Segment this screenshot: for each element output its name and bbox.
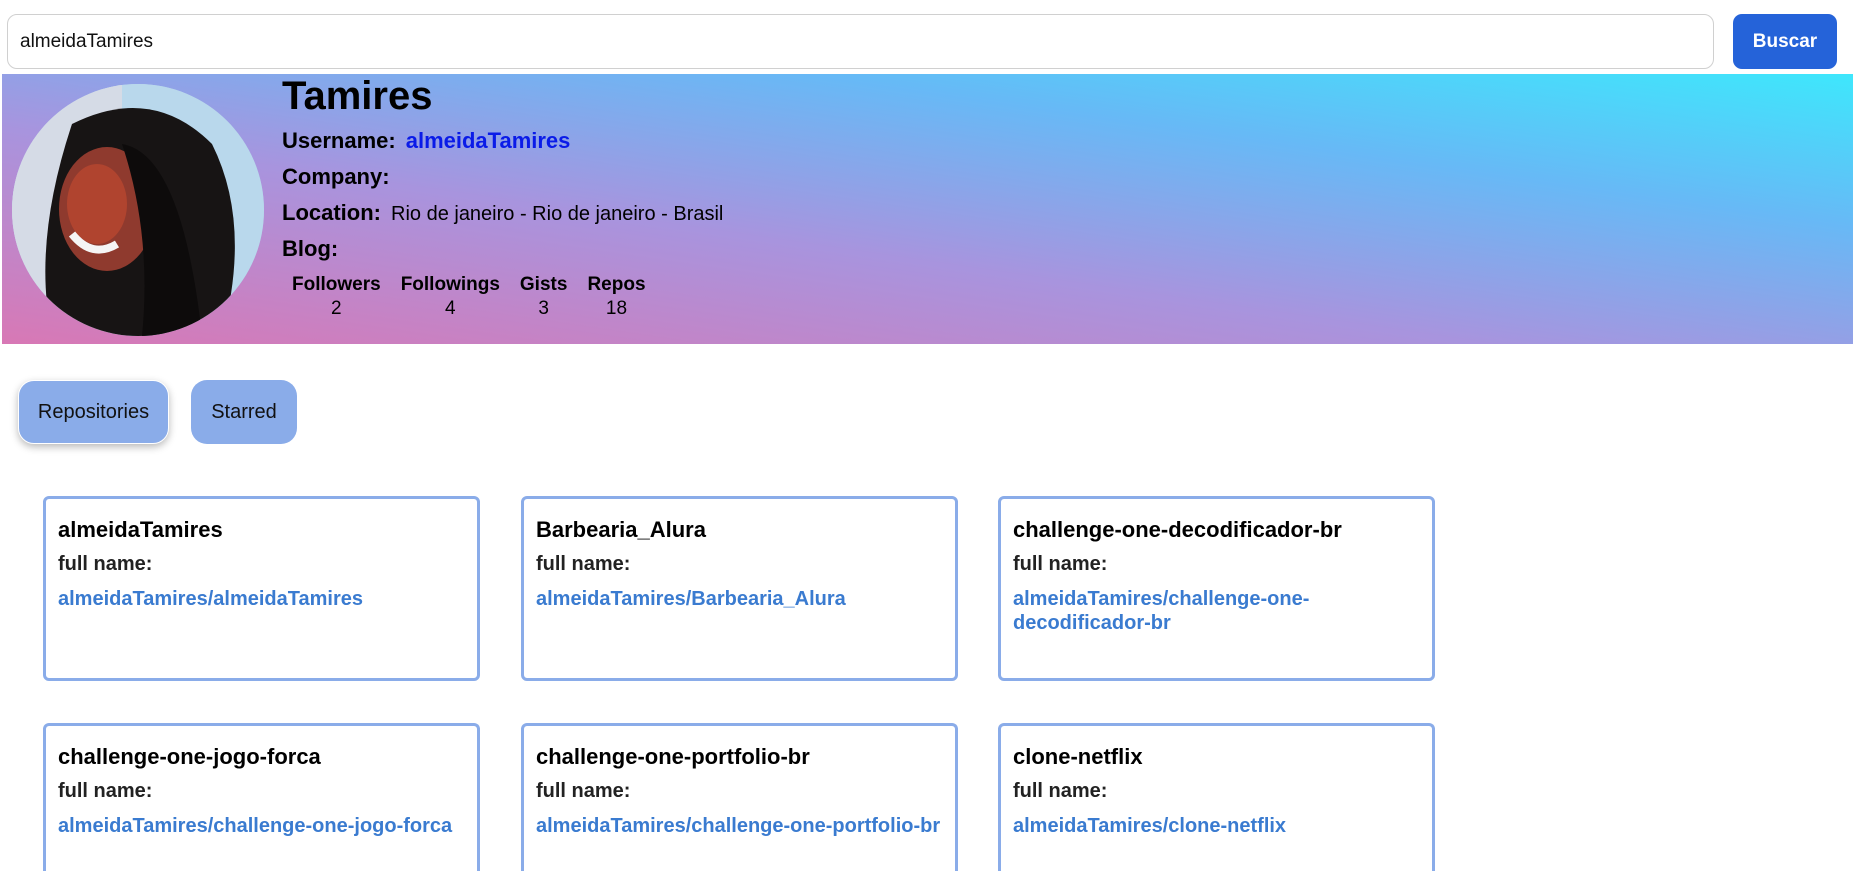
repo-card[interactable]: challenge-one-jogo-forca full name: alme… <box>43 723 480 871</box>
stat-label: Repos <box>587 274 646 295</box>
avatar-portrait <box>12 84 264 336</box>
repo-card[interactable]: challenge-one-decodificador-br full name… <box>998 496 1435 681</box>
stat-gists: Gists 3 <box>520 274 568 320</box>
stat-label: Gists <box>519 274 568 295</box>
stat-value: 2 <box>331 298 342 319</box>
profile-stats: Followers 2 Followings 4 Gists 3 Repos 1… <box>292 274 646 320</box>
repo-full-name-label: full name: <box>536 780 631 802</box>
repo-full-name-label: full name: <box>1013 553 1108 575</box>
repo-full-name-label: full name: <box>536 553 631 575</box>
location-row: Location: Rio de janeiro - Rio de janeir… <box>282 200 723 226</box>
repo-name: Barbearia_Alura <box>536 517 706 542</box>
repo-name: challenge-one-jogo-forca <box>58 744 321 769</box>
repo-name: challenge-one-decodificador-br <box>1013 517 1342 542</box>
search-button[interactable]: Buscar <box>1733 14 1837 69</box>
search-input[interactable] <box>7 14 1714 69</box>
stat-value: 4 <box>445 298 456 319</box>
blog-label: Blog: <box>282 236 339 261</box>
stat-repos: Repos 18 <box>587 274 645 320</box>
repo-card[interactable]: almeidaTamires full name: almeidaTamires… <box>43 496 480 681</box>
username-label: Username: <box>282 128 396 153</box>
repo-full-name-link[interactable]: almeidaTamires/challenge-one-jogo-forca <box>58 815 465 839</box>
repo-full-name-link[interactable]: almeidaTamires/Barbearia_Alura <box>536 588 943 612</box>
repo-full-name-label: full name: <box>58 553 153 575</box>
repo-full-name-label: full name: <box>1013 780 1108 802</box>
repo-full-name-label: full name: <box>58 780 153 802</box>
stat-followings: Followings 4 <box>401 274 500 320</box>
avatar <box>12 84 264 336</box>
profile-banner: Tamires Username: almeidaTamires Company… <box>2 74 1853 344</box>
username-link[interactable]: almeidaTamires <box>406 128 571 154</box>
stat-label: Followers <box>292 274 381 295</box>
repo-full-name-link[interactable]: almeidaTamires/clone-netflix <box>1013 815 1420 839</box>
repo-card[interactable]: Barbearia_Alura full name: almeidaTamire… <box>521 496 958 681</box>
tab-repositories[interactable]: Repositories <box>18 380 169 444</box>
company-label: Company: <box>282 164 390 189</box>
repo-full-name-link[interactable]: almeidaTamires/challenge-one-portfolio-b… <box>536 815 943 839</box>
profile-name: Tamires <box>282 74 433 118</box>
stat-label: Followings <box>400 274 500 295</box>
stat-value: 18 <box>605 298 628 319</box>
repo-card[interactable]: challenge-one-portfolio-br full name: al… <box>521 723 958 871</box>
repo-name: almeidaTamires <box>58 517 223 542</box>
repo-name: challenge-one-portfolio-br <box>536 744 810 769</box>
repo-full-name-link[interactable]: almeidaTamires/challenge-one-decodificad… <box>1013 588 1343 635</box>
location-label: Location: <box>282 200 381 225</box>
company-row: Company: <box>282 164 400 190</box>
username-row: Username: almeidaTamires <box>282 128 570 154</box>
repo-card[interactable]: clone-netflix full name: almeidaTamires/… <box>998 723 1435 871</box>
repo-full-name-link[interactable]: almeidaTamires/almeidaTamires <box>58 588 465 612</box>
stat-value: 3 <box>538 298 549 319</box>
location-value: Rio de janeiro - Rio de janeiro - Brasil <box>391 203 724 225</box>
blog-row: Blog: <box>282 236 348 262</box>
repo-name: clone-netflix <box>1013 744 1143 769</box>
tab-starred[interactable]: Starred <box>191 380 297 444</box>
stat-followers: Followers 2 <box>292 274 381 320</box>
